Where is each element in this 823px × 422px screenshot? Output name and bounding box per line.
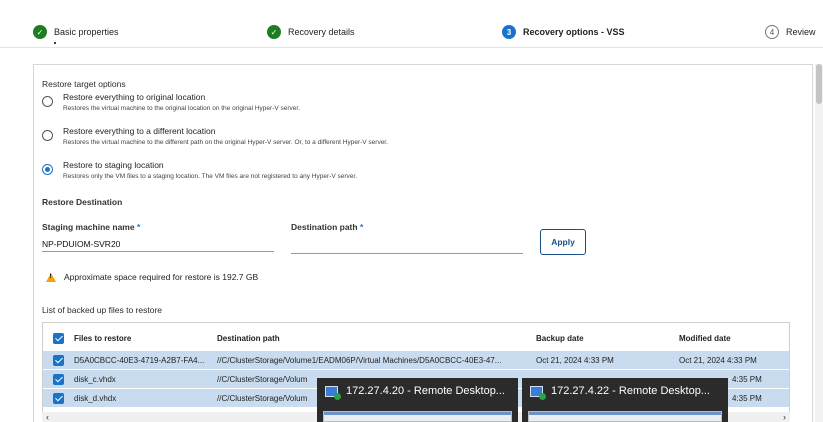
step-basic-properties[interactable]: ✓ Basic properties <box>33 25 119 39</box>
col-modified-date[interactable]: Modified date <box>679 334 731 343</box>
file-destination: //C/ClusterStorage/Volum <box>217 374 308 384</box>
scroll-right-icon[interactable]: › <box>783 412 786 422</box>
taskbar-preview-2[interactable]: 172.27.4.22 - Remote Desktop... <box>522 378 728 422</box>
restore-target-title: Restore target options <box>42 79 126 89</box>
file-modified-date: 4:35 PM <box>732 374 762 384</box>
option-label: Restore everything to a different locati… <box>63 126 216 136</box>
warning-icon <box>46 272 56 282</box>
remote-desktop-icon <box>530 385 546 400</box>
vertical-scrollbar[interactable] <box>815 64 823 422</box>
file-destination: //C/ClusterStorage/Volum <box>217 393 308 403</box>
col-backup-date[interactable]: Backup date <box>536 334 584 343</box>
preview-thumbnail[interactable] <box>528 411 722 422</box>
restore-destination-title: Restore Destination <box>42 197 123 207</box>
step-number: 3 <box>502 25 516 39</box>
step-recovery-details[interactable]: ✓ Recovery details <box>267 25 355 39</box>
option-label: Restore everything to original location <box>63 92 206 102</box>
space-warning: Approximate space required for restore i… <box>46 272 258 282</box>
wizard-steps: ✓ Basic properties ✓ Recovery details 3 … <box>0 18 823 48</box>
radio-button-selected[interactable] <box>42 164 53 175</box>
option-description: Restores the virtual machine to the diff… <box>63 139 388 146</box>
file-backup-date: Oct 21, 2024 4:33 PM <box>536 355 614 365</box>
radio-button[interactable] <box>42 96 53 107</box>
step-number: 4 <box>765 25 779 39</box>
cursor-dot <box>54 42 56 44</box>
step-label: Recovery options - VSS <box>523 27 625 37</box>
preview-title: 172.27.4.22 - Remote Desktop... <box>551 385 710 397</box>
apply-button[interactable]: Apply <box>540 229 586 255</box>
destination-path-field[interactable] <box>291 238 523 254</box>
remote-desktop-icon <box>325 385 341 400</box>
file-modified-date: Oct 21, 2024 4:33 PM <box>679 355 757 365</box>
destination-path-label: Destination path * <box>291 222 364 232</box>
option-description: Restores the virtual machine to the orig… <box>63 105 301 112</box>
check-icon: ✓ <box>267 25 281 39</box>
table-header: Files to restore Destination path Backup… <box>43 329 789 347</box>
taskbar-preview-1[interactable]: 172.27.4.20 - Remote Desktop... <box>317 378 518 422</box>
staging-machine-label: Staging machine name * <box>42 222 141 232</box>
warning-text: Approximate space required for restore i… <box>64 272 259 282</box>
option-staging-location[interactable]: Restore to staging location Restores onl… <box>42 160 357 180</box>
preview-thumbnail[interactable] <box>323 411 512 422</box>
row-checkbox[interactable] <box>53 354 64 366</box>
row-checkbox[interactable] <box>53 373 64 385</box>
scrollbar-thumb[interactable] <box>816 64 822 104</box>
step-label: Review <box>786 27 816 37</box>
step-review[interactable]: 4 Review <box>765 25 816 39</box>
file-name: disk_c.vhdx <box>74 374 116 384</box>
option-different-location[interactable]: Restore everything to a different locati… <box>42 126 388 146</box>
option-original-location[interactable]: Restore everything to original location … <box>42 92 300 112</box>
check-icon: ✓ <box>33 25 47 39</box>
select-all-checkbox[interactable] <box>53 332 64 344</box>
table-row[interactable]: D5A0CBCC-40E3-4719-A2B7-FA4... //C/Clust… <box>43 351 789 369</box>
file-modified-date: 4:35 PM <box>732 393 762 403</box>
file-name: D5A0CBCC-40E3-4719-A2B7-FA4... <box>74 355 205 365</box>
staging-machine-field[interactable]: NP-PDUIOM-SVR20 <box>42 236 274 252</box>
preview-title: 172.27.4.20 - Remote Desktop... <box>346 385 505 397</box>
col-files[interactable]: Files to restore <box>74 334 131 343</box>
step-recovery-options[interactable]: 3 Recovery options - VSS <box>502 25 625 39</box>
step-label: Basic properties <box>54 27 119 37</box>
file-destination: //C/ClusterStorage/Volume1/EADM06P/Virtu… <box>217 355 502 365</box>
option-label: Restore to staging location <box>63 160 164 170</box>
radio-button[interactable] <box>42 130 53 141</box>
scroll-left-icon[interactable]: ‹ <box>46 412 49 422</box>
step-label: Recovery details <box>288 27 355 37</box>
files-table-title: List of backed up files to restore <box>42 305 163 315</box>
col-destination[interactable]: Destination path <box>217 334 280 343</box>
row-checkbox[interactable] <box>53 392 64 404</box>
file-name: disk_d.vhdx <box>74 393 117 403</box>
option-description: Restores only the VM files to a staging … <box>63 173 357 180</box>
